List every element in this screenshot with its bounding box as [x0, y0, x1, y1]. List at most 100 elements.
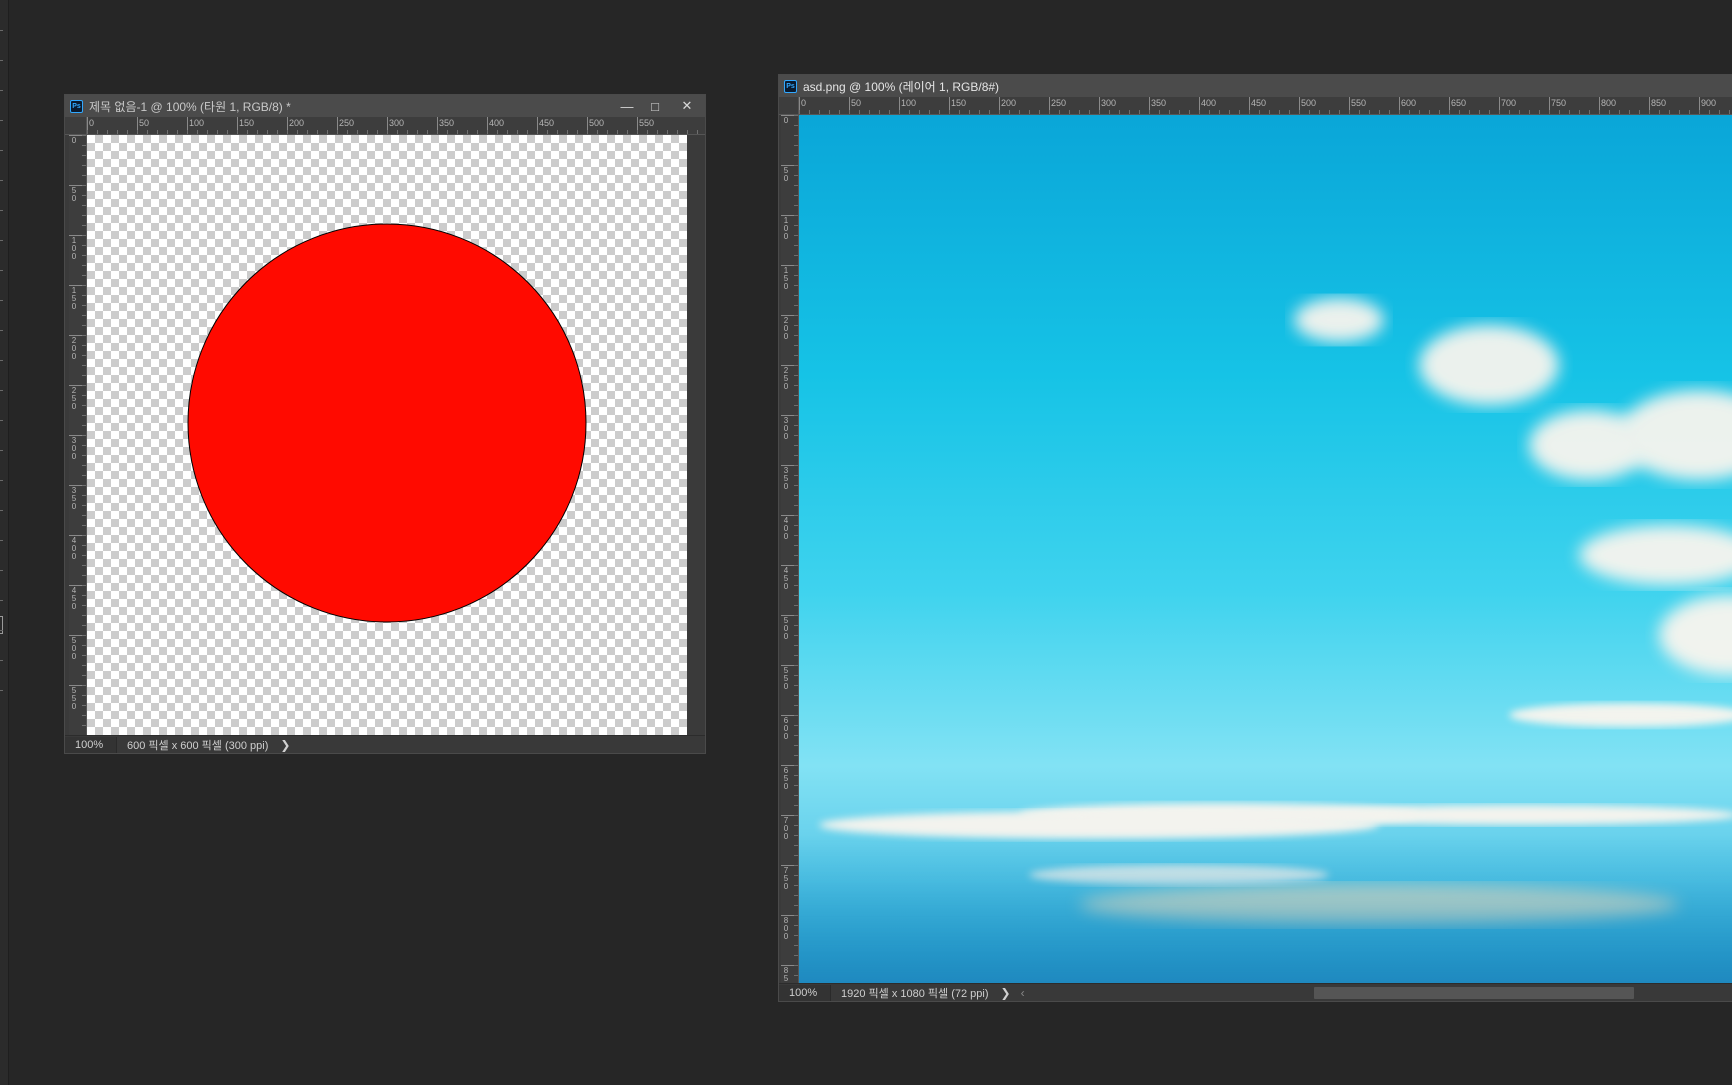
- panel-edge-tick: [0, 570, 3, 571]
- ruler-tick: [1059, 110, 1060, 114]
- scroll-left-icon[interactable]: ‹: [1011, 986, 1025, 1000]
- ruler-label: 50: [781, 165, 798, 183]
- ruler-label: 550: [1349, 97, 1367, 114]
- chevron-right-icon[interactable]: ❯: [989, 986, 1011, 1000]
- ruler-tick: [794, 335, 798, 336]
- ruler-tick: [517, 130, 518, 134]
- ruler-tick: [794, 865, 798, 866]
- ruler-tick: [794, 135, 798, 136]
- ruler-tick: [1349, 110, 1350, 114]
- ruler-tick: [999, 110, 1000, 114]
- maximize-icon[interactable]: □: [641, 95, 669, 117]
- ruler-tick: [82, 705, 86, 706]
- ruler-tick: [1629, 110, 1630, 114]
- ruler-tick: [82, 355, 86, 356]
- document-window-asd[interactable]: Ps asd.png @ 100% (레이어 1, RGB/8#) 0 50 100…: [778, 74, 1732, 1002]
- ruler-tick: [82, 605, 86, 606]
- ruler-tick: [794, 595, 798, 596]
- ruler-tick: [794, 945, 798, 946]
- zoom-level-field[interactable]: 100%: [65, 736, 117, 753]
- minimize-icon[interactable]: —: [613, 95, 641, 117]
- ruler-label: 600: [781, 715, 798, 741]
- ruler-tick: [82, 215, 86, 216]
- red-ellipse-shape[interactable]: [187, 223, 587, 623]
- ruler-tick: [327, 130, 328, 134]
- ruler-tick: [97, 130, 98, 134]
- ruler-tick: [1009, 110, 1010, 114]
- ruler-tick: [267, 130, 268, 134]
- ruler-tick: [1379, 110, 1380, 114]
- ruler-tick: [794, 235, 798, 236]
- ruler-tick: [277, 130, 278, 134]
- ruler-label: 400: [487, 117, 505, 134]
- ruler-tick: [687, 130, 688, 134]
- ruler-tick: [959, 110, 960, 114]
- ruler-tick: [1659, 110, 1660, 114]
- ruler-tick: [82, 245, 86, 246]
- ruler-tick: [627, 130, 628, 134]
- ruler-tick: [794, 325, 798, 326]
- ruler-tick: [794, 745, 798, 746]
- ruler-tick: [1039, 110, 1040, 114]
- ruler-tick: [82, 545, 86, 546]
- ruler-tick: [919, 110, 920, 114]
- canvas-sky-image[interactable]: [799, 115, 1732, 983]
- ruler-tick: [1169, 110, 1170, 114]
- ruler-tick: [794, 925, 798, 926]
- ruler-tick: [397, 130, 398, 134]
- ruler-tick: [377, 130, 378, 134]
- ruler-tick: [1429, 110, 1430, 114]
- panel-edge-tick: [0, 180, 3, 181]
- ruler-tick: [1449, 110, 1450, 114]
- canvas-transparent[interactable]: [87, 135, 687, 735]
- ruler-tick: [794, 675, 798, 676]
- ruler-tick: [794, 885, 798, 886]
- ruler-tick: [794, 295, 798, 296]
- window-titlebar[interactable]: Ps asd.png @ 100% (레이어 1, RGB/8#): [779, 75, 1732, 97]
- ruler-label: 650: [1449, 97, 1467, 114]
- ruler-tick: [577, 130, 578, 134]
- document-window-untitled[interactable]: Ps 제목 없음-1 @ 100% (타원 1, RGB/8) * — □ ✕ …: [64, 94, 706, 754]
- ruler-label: 500: [1299, 97, 1317, 114]
- ruler-tick: [794, 395, 798, 396]
- ruler-tick: [417, 130, 418, 134]
- ruler-tick: [82, 255, 86, 256]
- ruler-tick: [1639, 110, 1640, 114]
- ruler-tick: [547, 130, 548, 134]
- horizontal-ruler[interactable]: 0 50 100 150 200 250 300 350 400 450 500 550: [87, 117, 705, 135]
- ruler-tick: [929, 110, 930, 114]
- ruler-tick: [794, 455, 798, 456]
- ruler-tick: [794, 785, 798, 786]
- ruler-tick: [794, 245, 798, 246]
- ruler-tick: [794, 815, 798, 816]
- ruler-tick: [1439, 110, 1440, 114]
- panel-edge-tick: [0, 60, 3, 61]
- horizontal-ruler[interactable]: 0 50 100 150 200 250 300 350 400 450 500 550 600 650 7…: [799, 97, 1732, 115]
- zoom-level-field[interactable]: 100%: [779, 984, 831, 1001]
- ruler-tick: [447, 130, 448, 134]
- horizontal-scrollbar[interactable]: [1314, 987, 1634, 999]
- ruler-tick: [794, 275, 798, 276]
- ruler-label: 550: [69, 685, 86, 711]
- ruler-tick: [82, 595, 86, 596]
- ruler-tick: [1509, 110, 1510, 114]
- ruler-label: 200: [69, 335, 86, 361]
- ruler-tick: [82, 665, 86, 666]
- chevron-right-icon[interactable]: ❯: [268, 738, 290, 752]
- window-titlebar[interactable]: Ps 제목 없음-1 @ 100% (타원 1, RGB/8) * — □ ✕: [65, 95, 705, 117]
- ruler-tick: [1189, 110, 1190, 114]
- ruler-tick: [794, 585, 798, 586]
- close-icon[interactable]: ✕: [669, 95, 705, 117]
- ruler-label: 700: [1499, 97, 1517, 114]
- vertical-ruler[interactable]: 0 50 100 150 200 250 300 350 400 450 500 550 600 650 7…: [781, 115, 799, 983]
- vertical-ruler[interactable]: 0 50 100 150 200 250 300 350 400 450 500 550: [69, 135, 87, 735]
- ruler-tick: [82, 475, 86, 476]
- ruler-tick: [127, 130, 128, 134]
- ruler-corner: [65, 117, 87, 135]
- ruler-label: 400: [1199, 97, 1217, 114]
- ruler-tick: [794, 305, 798, 306]
- panel-edge-tick: [0, 630, 3, 631]
- ruler-tick: [794, 645, 798, 646]
- ruler-tick: [82, 295, 86, 296]
- ruler-label: 300: [781, 415, 798, 441]
